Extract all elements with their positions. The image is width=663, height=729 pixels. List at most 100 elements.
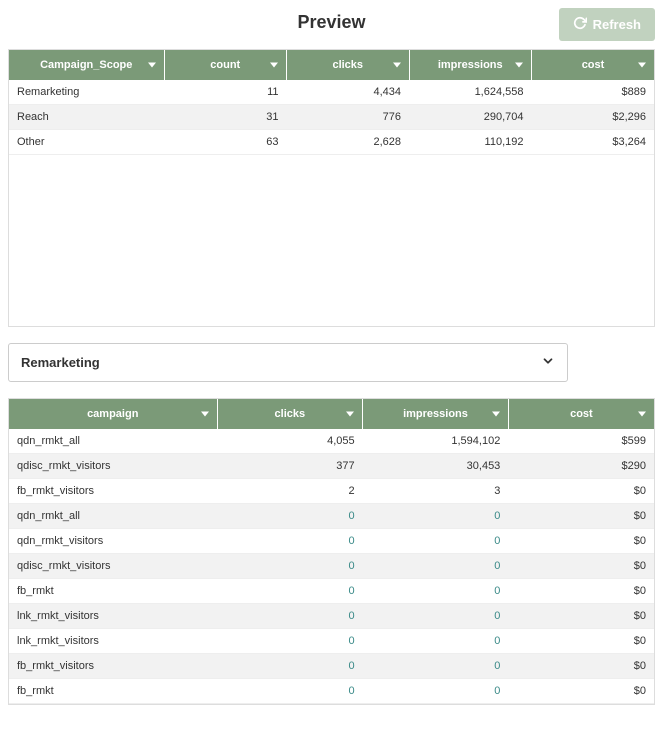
cell-clicks: 2 (217, 479, 363, 504)
cell-impressions: 0 (363, 679, 509, 704)
table-row: Remarketing114,4341,624,558$889 (9, 80, 654, 105)
cell-clicks: 0 (217, 529, 363, 554)
col-count[interactable]: count (164, 50, 287, 80)
cell-campaign: qdn_rmkt_all (9, 429, 217, 454)
cell-scope: Other (9, 130, 164, 155)
col-campaign[interactable]: campaign (9, 399, 217, 429)
caret-down-icon (638, 63, 646, 68)
table-row: fb_rmkt_visitors00$0 (9, 654, 654, 679)
cell-impressions: 3 (363, 479, 509, 504)
cell-clicks: 4,055 (217, 429, 363, 454)
summary-header-row: Campaign_Scope count clicks impressions … (9, 50, 654, 80)
caret-down-icon (638, 412, 646, 417)
cell-impressions: 1,594,102 (363, 429, 509, 454)
cell-campaign: fb_rmkt_visitors (9, 479, 217, 504)
scope-filter-label: Remarketing (21, 355, 100, 370)
cell-count: 11 (164, 80, 287, 105)
cell-clicks: 0 (217, 629, 363, 654)
chevron-down-icon (541, 354, 555, 371)
table-row: qdisc_rmkt_visitors37730,453$290 (9, 454, 654, 479)
cell-impressions: 110,192 (409, 130, 532, 155)
cell-clicks: 0 (217, 504, 363, 529)
cell-campaign: qdn_rmkt_visitors (9, 529, 217, 554)
caret-down-icon (270, 63, 278, 68)
cell-cost: $889 (532, 80, 655, 105)
refresh-label: Refresh (593, 17, 641, 32)
table-row: fb_rmkt00$0 (9, 579, 654, 604)
refresh-button[interactable]: Refresh (559, 8, 655, 41)
caret-down-icon (515, 63, 523, 68)
cell-impressions: 30,453 (363, 454, 509, 479)
refresh-icon (573, 16, 587, 33)
table-row: lnk_rmkt_visitors00$0 (9, 629, 654, 654)
cell-impressions: 0 (363, 554, 509, 579)
table-row: Other632,628110,192$3,264 (9, 130, 654, 155)
cell-cost: $0 (508, 679, 654, 704)
cell-cost: $0 (508, 529, 654, 554)
cell-cost: $290 (508, 454, 654, 479)
cell-impressions: 0 (363, 529, 509, 554)
cell-campaign: fb_rmkt_visitors (9, 654, 217, 679)
cell-campaign: fb_rmkt (9, 579, 217, 604)
cell-clicks: 0 (217, 554, 363, 579)
cell-cost: $0 (508, 554, 654, 579)
cell-cost: $0 (508, 604, 654, 629)
cell-cost: $0 (508, 504, 654, 529)
caret-down-icon (393, 63, 401, 68)
cell-impressions: 290,704 (409, 105, 532, 130)
detail-header-row: campaign clicks impressions cost (9, 399, 654, 429)
cell-cost: $0 (508, 479, 654, 504)
table-row: qdn_rmkt_all00$0 (9, 504, 654, 529)
caret-down-icon (201, 412, 209, 417)
table-row: qdn_rmkt_visitors00$0 (9, 529, 654, 554)
scope-filter-dropdown[interactable]: Remarketing (8, 343, 568, 382)
caret-down-icon (346, 412, 354, 417)
cell-clicks: 0 (217, 579, 363, 604)
col-cost[interactable]: cost (508, 399, 654, 429)
cell-impressions: 1,624,558 (409, 80, 532, 105)
table-row: Reach31776290,704$2,296 (9, 105, 654, 130)
detail-table: campaign clicks impressions cost qdn_rmk… (8, 398, 655, 705)
cell-clicks: 0 (217, 679, 363, 704)
col-impressions[interactable]: impressions (409, 50, 532, 80)
col-clicks[interactable]: clicks (217, 399, 363, 429)
col-impressions[interactable]: impressions (363, 399, 509, 429)
cell-clicks: 0 (217, 654, 363, 679)
caret-down-icon (492, 412, 500, 417)
col-clicks[interactable]: clicks (287, 50, 410, 80)
cell-scope: Remarketing (9, 80, 164, 105)
cell-cost: $3,264 (532, 130, 655, 155)
cell-campaign: lnk_rmkt_visitors (9, 604, 217, 629)
cell-count: 63 (164, 130, 287, 155)
cell-cost: $0 (508, 654, 654, 679)
cell-campaign: qdisc_rmkt_visitors (9, 554, 217, 579)
cell-count: 31 (164, 105, 287, 130)
cell-impressions: 0 (363, 604, 509, 629)
page-title: Preview (297, 12, 365, 33)
cell-clicks: 776 (287, 105, 410, 130)
cell-cost: $2,296 (532, 105, 655, 130)
cell-campaign: qdisc_rmkt_visitors (9, 454, 217, 479)
col-campaign-scope[interactable]: Campaign_Scope (9, 50, 164, 80)
cell-cost: $0 (508, 629, 654, 654)
table-row: qdisc_rmkt_visitors00$0 (9, 554, 654, 579)
col-cost[interactable]: cost (532, 50, 655, 80)
cell-campaign: fb_rmkt (9, 679, 217, 704)
cell-impressions: 0 (363, 654, 509, 679)
cell-impressions: 0 (363, 504, 509, 529)
cell-impressions: 0 (363, 629, 509, 654)
cell-clicks: 2,628 (287, 130, 410, 155)
cell-clicks: 377 (217, 454, 363, 479)
cell-clicks: 4,434 (287, 80, 410, 105)
cell-campaign: lnk_rmkt_visitors (9, 629, 217, 654)
table-row: fb_rmkt_visitors23$0 (9, 479, 654, 504)
cell-scope: Reach (9, 105, 164, 130)
cell-campaign: qdn_rmkt_all (9, 504, 217, 529)
caret-down-icon (148, 63, 156, 68)
cell-clicks: 0 (217, 604, 363, 629)
header: Preview Refresh (8, 8, 655, 37)
table-row: fb_rmkt00$0 (9, 679, 654, 704)
cell-cost: $0 (508, 579, 654, 604)
cell-impressions: 0 (363, 579, 509, 604)
cell-cost: $599 (508, 429, 654, 454)
